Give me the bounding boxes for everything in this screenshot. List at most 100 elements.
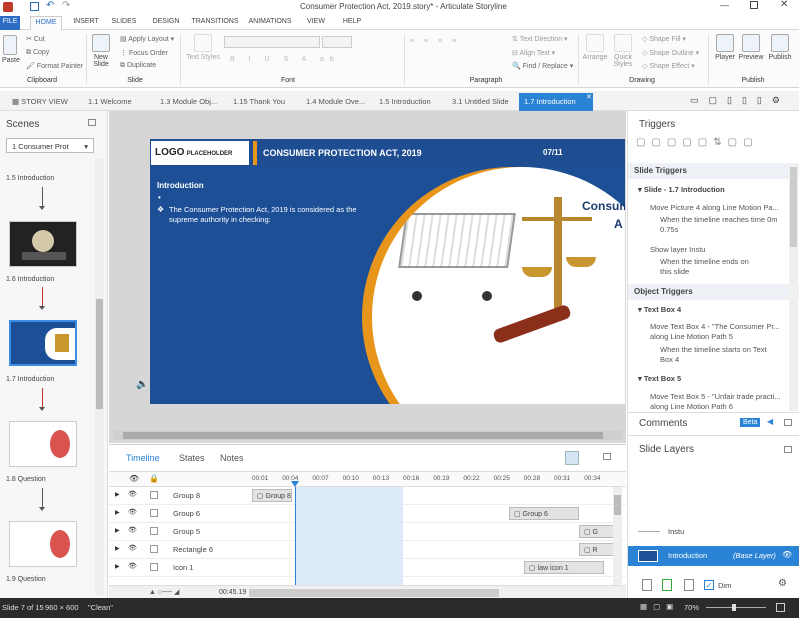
tab-slide-1-4[interactable]: 1.4 Module Ove...	[306, 95, 365, 109]
undo-icon[interactable]: ↶	[46, 0, 54, 11]
shape-effect-button[interactable]: ◇ Shape Effect ▾	[642, 62, 695, 70]
maximize-button[interactable]	[750, 1, 758, 9]
close-button[interactable]: ✕	[780, 0, 788, 10]
align-text-button[interactable]: ⊟ Align Text ▾	[512, 49, 555, 57]
expand-arrow-icon[interactable]: ▶	[115, 509, 120, 516]
comments-expand-icon[interactable]: ◀	[767, 417, 773, 426]
tab-slide-1-1[interactable]: 1.1 Welcome	[88, 95, 132, 109]
zoom-slider[interactable]	[706, 607, 766, 608]
row-visibility-icon[interactable]: 👁	[128, 544, 137, 552]
timeline-ruler[interactable]: 👁 🔒 00:01 00:04 00:07 00:10 00:13 00:16 00:19 0…	[109, 471, 626, 487]
quick-styles-button[interactable]: Quick Styles	[612, 34, 634, 68]
comments-collapse-icon[interactable]	[784, 419, 792, 426]
player-button[interactable]: Player	[713, 34, 737, 61]
duplicate-layer-icon[interactable]	[662, 579, 672, 591]
object-trigger-1-action[interactable]: Move Text Box 4 - "The Consumer Pr... al…	[650, 322, 795, 342]
trigger-1-action[interactable]: Move Picture 4 along Line Motion Pa...	[650, 203, 795, 213]
timeline-hscrollbar[interactable]	[249, 589, 499, 597]
expand-arrow-icon[interactable]: ▶	[115, 563, 120, 570]
view-icons[interactable]: ▭▢▯▯▯⚙	[690, 95, 790, 106]
row-lock-checkbox[interactable]	[150, 545, 158, 553]
triggers-toolbar[interactable]: ▢▢▢▢▢⇅▢▢	[636, 137, 796, 153]
slide-page-number[interactable]: 07/11	[543, 148, 563, 157]
scenes-collapse-icon[interactable]	[88, 119, 96, 126]
font-format-buttons[interactable]: B I U S A ab	[230, 56, 340, 63]
trigger-1-condition[interactable]: When the timeline reaches time 0m 0.75s	[660, 215, 785, 235]
tab-timeline[interactable]: Timeline	[126, 453, 160, 463]
slide-section-title[interactable]: Introduction	[157, 181, 204, 190]
base-layer-visibility-icon[interactable]: 👁	[782, 550, 792, 559]
focus-order-button[interactable]: ⋮ Focus Order	[120, 49, 168, 57]
expand-arrow-icon[interactable]: ▶	[115, 527, 120, 534]
layers-collapse-icon[interactable]	[784, 446, 792, 453]
tab-notes[interactable]: Notes	[220, 453, 244, 463]
layer-item-base[interactable]: Introduction (Base Layer) 👁	[628, 546, 799, 566]
trigger-2-condition[interactable]: When the timeline ends on this slide	[660, 257, 760, 277]
row-bar[interactable]: ▢ law icon 1	[524, 561, 604, 574]
preview-button[interactable]: Preview	[738, 34, 764, 61]
row-visibility-icon[interactable]: 👁	[128, 526, 137, 534]
shape-outline-button[interactable]: ◇ Shape Outline ▾	[642, 49, 699, 57]
row-visibility-icon[interactable]: 👁	[128, 508, 137, 516]
tab-view[interactable]: VIEW	[302, 16, 330, 30]
slide-trigger-group[interactable]: ▾ Slide - 1.7 Introduction	[638, 185, 725, 194]
object-trigger-2-action[interactable]: Move Text Box 5 - "Unfair trade practi..…	[650, 392, 795, 412]
row-lock-checkbox[interactable]	[150, 509, 158, 517]
status-view-icons[interactable]: ▦▢▣	[640, 602, 679, 611]
font-size-select[interactable]	[322, 36, 352, 48]
paragraph-buttons[interactable]: ≡ ≡ ≡ ≡	[410, 38, 460, 45]
row-bar[interactable]: ▢ Group 6	[509, 507, 579, 520]
slide-bullet-text[interactable]: The Consumer Protection Act, 2019 is con…	[169, 205, 359, 225]
layer-settings-icon[interactable]: ⚙	[778, 578, 787, 589]
expand-arrow-icon[interactable]: ▶	[115, 545, 120, 552]
object-trigger-group-1[interactable]: ▾ Text Box 4	[638, 305, 681, 314]
text-styles-button[interactable]: Text Styles	[185, 34, 221, 61]
object-trigger-group-2[interactable]: ▾ Text Box 5	[638, 374, 681, 383]
duplicate-button[interactable]: ⧉ Duplicate	[120, 62, 156, 70]
tab-transitions[interactable]: TRANSITIONS	[190, 16, 240, 30]
slide-thumb-1-9[interactable]	[9, 521, 77, 567]
slide-thumb-1-8[interactable]	[9, 421, 77, 467]
trigger-2-action[interactable]: Show layer Instu	[650, 245, 795, 255]
zoom-icons[interactable]: ▲ ○── ◢	[149, 588, 179, 596]
row-lock-checkbox[interactable]	[150, 563, 158, 571]
minimize-button[interactable]: —	[720, 0, 729, 10]
cut-button[interactable]: ✂ Cut	[26, 35, 45, 43]
copy-button[interactable]: ⧉ Copy	[26, 49, 49, 57]
tab-story-view[interactable]: ▦ STORY VIEW	[12, 95, 68, 109]
paste-button[interactable]: Paste	[2, 35, 20, 64]
tab-slide-1-3[interactable]: 1.3 Module Obj...	[160, 95, 217, 109]
arrange-button[interactable]: Arrange	[582, 34, 608, 61]
slide-triggers-header[interactable]: Slide Triggers	[628, 163, 799, 179]
tab-animations[interactable]: ANIMATIONS	[245, 16, 295, 30]
tab-slide-1-7[interactable]: 1.7 Introduction	[519, 93, 593, 111]
timeline-vscrollbar[interactable]	[613, 487, 622, 585]
shape-fill-button[interactable]: ◇ Shape Fill ▾	[642, 35, 686, 43]
fit-to-window-icon[interactable]	[776, 603, 785, 612]
format-painter-button[interactable]: 🖌 Format Painter	[26, 62, 83, 70]
zoom-thumb[interactable]	[732, 604, 736, 611]
new-layer-icon[interactable]	[642, 579, 652, 591]
apply-layout-button[interactable]: ▤ Apply Layout ▾	[120, 35, 174, 43]
tab-slide-1-15[interactable]: 1.15 Thank You	[233, 95, 285, 109]
tab-states[interactable]: States	[179, 453, 205, 463]
tab-insert[interactable]: INSERT	[70, 16, 102, 30]
scenes-scrollbar[interactable]	[95, 159, 104, 595]
tab-help[interactable]: HELP	[338, 16, 366, 30]
tab-slides[interactable]: SLIDES	[108, 16, 140, 30]
slide-thumb-1-7[interactable]	[9, 320, 77, 366]
timeline-options-icon[interactable]	[565, 451, 579, 465]
comments-header[interactable]: Comments Beta ◀	[627, 412, 799, 434]
object-triggers-header[interactable]: Object Triggers	[628, 284, 799, 300]
text-direction-button[interactable]: ⇅ Text Direction ▾	[512, 35, 568, 43]
row-lock-checkbox[interactable]	[150, 527, 158, 535]
audio-icon[interactable]: 🔈	[136, 379, 148, 390]
slide-thumb-1-6[interactable]	[9, 221, 77, 267]
close-tab-icon[interactable]: ✕	[586, 93, 592, 101]
new-slide-button[interactable]: New Slide	[90, 34, 112, 68]
scene-dropdown[interactable]: 1 Consumer Prot ▾	[6, 138, 94, 153]
redo-icon[interactable]: ↷	[62, 0, 70, 11]
slide-header-title[interactable]: CONSUMER PROTECTION ACT, 2019	[263, 148, 422, 158]
stage-hscrollbar[interactable]	[113, 431, 623, 440]
publish-button[interactable]: Publish	[766, 34, 794, 61]
